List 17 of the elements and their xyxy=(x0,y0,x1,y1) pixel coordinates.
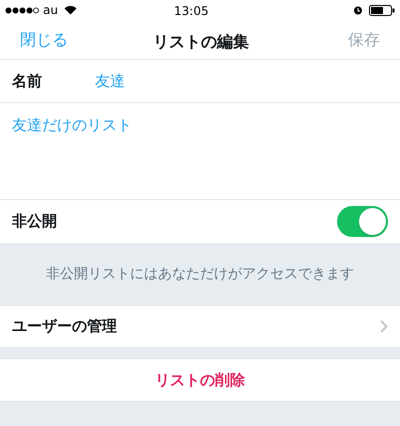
field-label: 名前 xyxy=(12,70,43,92)
nav-title: リストの編集 xyxy=(153,31,249,53)
manage-users-label[interactable]: ユーザーの管理 xyxy=(12,315,117,338)
signal-icon xyxy=(5,6,39,14)
private-toggle[interactable] xyxy=(337,206,388,237)
name-field[interactable]: 友達 xyxy=(95,70,125,92)
alarm-clock-icon xyxy=(353,5,363,15)
private-label: 非公開 xyxy=(12,211,57,232)
private-note: 非公開リストにはあなただけがアクセスできます xyxy=(46,264,354,284)
wifi-icon xyxy=(64,5,77,15)
close-button[interactable]: 閉じる xyxy=(20,28,68,52)
description-field[interactable]: 友達だけのリスト xyxy=(12,116,132,134)
status-time: 13:05 xyxy=(174,3,209,20)
chevron-right-icon xyxy=(380,320,388,333)
carrier-name: au xyxy=(43,2,58,19)
battery-icon xyxy=(369,4,395,16)
delete-list-button[interactable]: リストの削除 xyxy=(155,368,245,392)
